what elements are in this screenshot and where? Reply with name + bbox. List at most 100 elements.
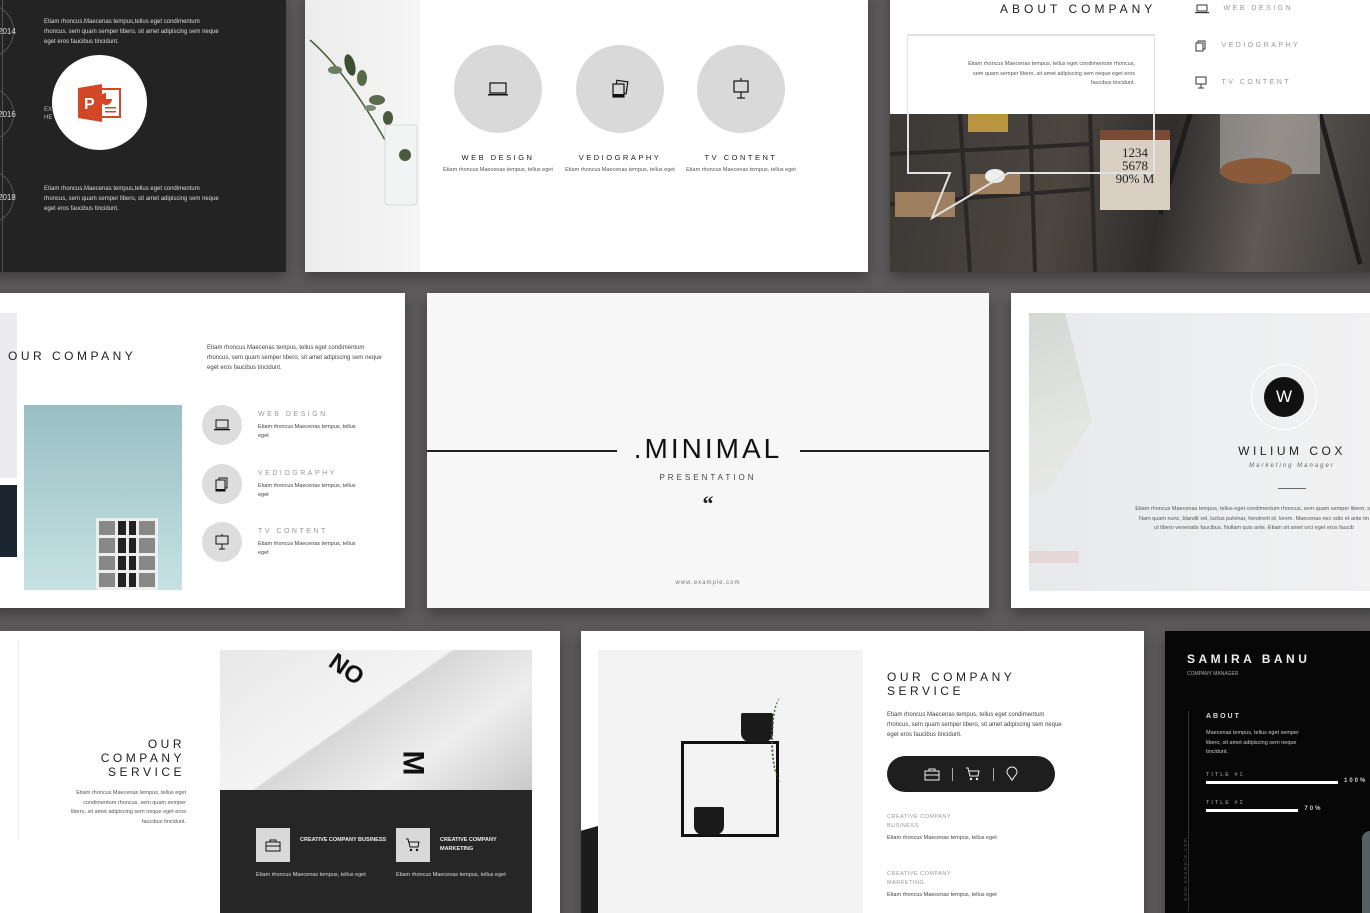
profile-role: Marketing Manager [1249, 463, 1335, 469]
projector-screen-icon [215, 534, 229, 550]
slide-company-service-a[interactable]: www.example.com OUR COMPANY SERVICE Etia… [0, 631, 560, 913]
item-icon-circle [202, 405, 242, 445]
timeline-entry: Etiam rhoncus.Maecenas tempus,tellus ege… [44, 186, 219, 212]
quote-mark: “ [702, 491, 714, 516]
skill-track: 70% [1206, 806, 1338, 812]
projector-screen-icon [1195, 76, 1207, 89]
timeline-entry: Etiam rhoncus.Maecenas tempus,tellus ege… [44, 19, 219, 45]
pill-separator [952, 767, 953, 781]
service-intro: Etiam rhoncus Maecenas tempus, tellus eg… [887, 712, 1062, 738]
card-icon-box [396, 828, 430, 862]
service-card[interactable]: CREATIVE COMPANY MARKETING Etiam rhoncus… [396, 828, 506, 878]
item-icon-circle [202, 464, 242, 504]
item-icon-circle [202, 522, 242, 562]
profile-name: WILIUM COX [1238, 444, 1346, 458]
profile-bio-line: ut libero venenatis faucibus. Nullam qui… [1154, 525, 1354, 531]
building-image [96, 518, 158, 590]
slide-dark-profile[interactable]: SAMIRA BANU COMPANY MANAGER www.example.… [1165, 631, 1370, 913]
block-text: Etiam rhoncus Maecenas tempus, tellus eg… [887, 892, 997, 898]
service-title: OUR COMPANY SERVICE [100, 737, 185, 779]
timeline-partial-label: EX HE [44, 107, 53, 121]
books-image [1029, 551, 1079, 563]
svg-text:P: P [84, 96, 95, 113]
about-text: Etiam rhoncus Maecenas tempus, tellus eg… [968, 61, 1135, 86]
service-vediography[interactable]: VEDIOGRAPHY Etiam rhoncus Maecenas tempu… [560, 45, 680, 175]
skill-bar: TITLE #2 70% [1206, 800, 1338, 812]
slide-timeline[interactable]: 2014 2016 2018 Etiam rhoncus.Maecenas te… [0, 0, 286, 272]
block-text: Etiam rhoncus Maecenas tempus, tellus eg… [887, 835, 997, 841]
lightbulb-icon[interactable] [1006, 766, 1018, 782]
about-list-item[interactable]: VEDIOGRAPHY [1195, 37, 1300, 55]
briefcase-icon[interactable] [924, 768, 940, 781]
service-icon-circle [697, 45, 785, 133]
service-title: OUR COMPANY SERVICE [887, 670, 1016, 698]
dark-panel [0, 485, 17, 557]
photos-icon [1195, 40, 1206, 52]
about-list-label: VEDIOGRAPHY [1221, 42, 1301, 50]
cart-icon [406, 838, 420, 852]
ivy-image [771, 697, 793, 782]
slide-company-service-b[interactable]: OUR COMPANY SERVICE Etiam rhoncus Maecen… [581, 631, 1144, 913]
service-web-design[interactable]: WEB DESIGN Etiam rhoncus Maecenas tempus… [438, 45, 558, 175]
vertical-url: www.example.com [1183, 836, 1189, 901]
service-icon-pill[interactable] [887, 756, 1055, 792]
block-title: CREATIVE COMPANY BUSINESS [887, 814, 952, 829]
website-url[interactable]: www.example.com [427, 580, 989, 586]
card-text: Etiam rhoncus Maecenas tempus, tellus eg… [256, 872, 366, 878]
briefcase-icon [265, 839, 281, 851]
slide-profile[interactable]: W WILIUM COX Marketing Manager Etiam rho… [1011, 293, 1370, 608]
dark-wedge [581, 826, 598, 913]
presentation-subtitle: PRESENTATION [659, 473, 757, 482]
card-title: CREATIVE COMPANY BUSINESS [300, 837, 387, 843]
powerpoint-badge[interactable]: P [52, 55, 147, 150]
our-company-title: OUR COMPANY [8, 349, 137, 363]
item-text: Etiam rhoncus Maecenas tempus, tellus eg… [258, 541, 356, 556]
skill-percent: 70% [1304, 806, 1323, 812]
slide-title[interactable]: .MINIMAL PRESENTATION “ www.example.com [427, 293, 989, 608]
presentation-title: .MINIMAL [633, 433, 783, 464]
projector-screen-icon [733, 78, 749, 99]
laptop-icon [214, 419, 230, 431]
profile-bio-line: Nam quam nunc, blandit vel, luctus pulvi… [1139, 515, 1369, 522]
slide-about-company[interactable]: ABOUT COMPANY 1234 5678 90% M Etiam rhon… [890, 0, 1370, 272]
skill-track: 100% [1206, 778, 1365, 784]
about-list-label: TV CONTENT [1221, 79, 1292, 87]
side-rule [18, 641, 19, 841]
service-title: WEB DESIGN [461, 153, 535, 162]
service-title: VEDIOGRAPHY [578, 153, 662, 162]
profile-name: SAMIRA BANU [1187, 652, 1311, 666]
card-icon-box [256, 828, 290, 862]
item-text: Etiam rhoncus Maecenas tempus, tellus eg… [258, 424, 356, 439]
about-list-item[interactable]: WEB DESIGN [1195, 0, 1293, 18]
profile-bio: Etiam rhoncus Maecenas tempus, tellus eg… [1109, 505, 1370, 534]
profile-logo: W [1264, 377, 1304, 417]
skill-label: TITLE #1 [1206, 772, 1245, 778]
service-icon-circle [454, 45, 542, 133]
signage-photo [220, 650, 532, 790]
service-block: CREATIVE COMPANY MARKETING Etiam rhoncus… [887, 870, 997, 901]
profile-role: COMPANY MANAGER [1187, 671, 1239, 677]
timeline-year: 2016 [0, 110, 16, 119]
powerpoint-icon: P [77, 83, 121, 122]
person-photo-edge [1362, 831, 1370, 913]
about-list-item[interactable]: TV CONTENT [1195, 74, 1291, 92]
photos-icon [612, 79, 629, 98]
timeline-year: 2014 [0, 27, 16, 36]
about-heading: ABOUT [1206, 713, 1241, 720]
slide-services[interactable]: WEB DESIGN Etiam rhoncus Maecenas tempus… [305, 0, 868, 272]
plant-in-jar-image [309, 39, 418, 206]
service-text: Etiam rhoncus Maecenas tempus, tellus eg… [443, 167, 553, 173]
item-title: VEDIOGRAPHY [258, 470, 337, 477]
laptop-icon [1195, 4, 1209, 13]
cart-icon[interactable] [965, 767, 981, 781]
service-tv-content[interactable]: TV CONTENT Etiam rhoncus Maecenas tempus… [681, 45, 801, 175]
building-photo [24, 405, 182, 590]
about-list-label: WEB DESIGN [1223, 5, 1294, 13]
timeline-year: 2018 [0, 193, 16, 202]
skill-percent: 100% [1344, 778, 1368, 784]
service-card[interactable]: CREATIVE COMPANY BUSINESS Etiam rhoncus … [256, 828, 386, 878]
skill-bar: TITLE #1 100% [1206, 772, 1365, 784]
photos-icon [215, 477, 228, 491]
grey-panel [0, 313, 17, 478]
slide-our-company[interactable]: OUR COMPANY Etiam rhoncus Maecenas tempu… [0, 293, 405, 608]
